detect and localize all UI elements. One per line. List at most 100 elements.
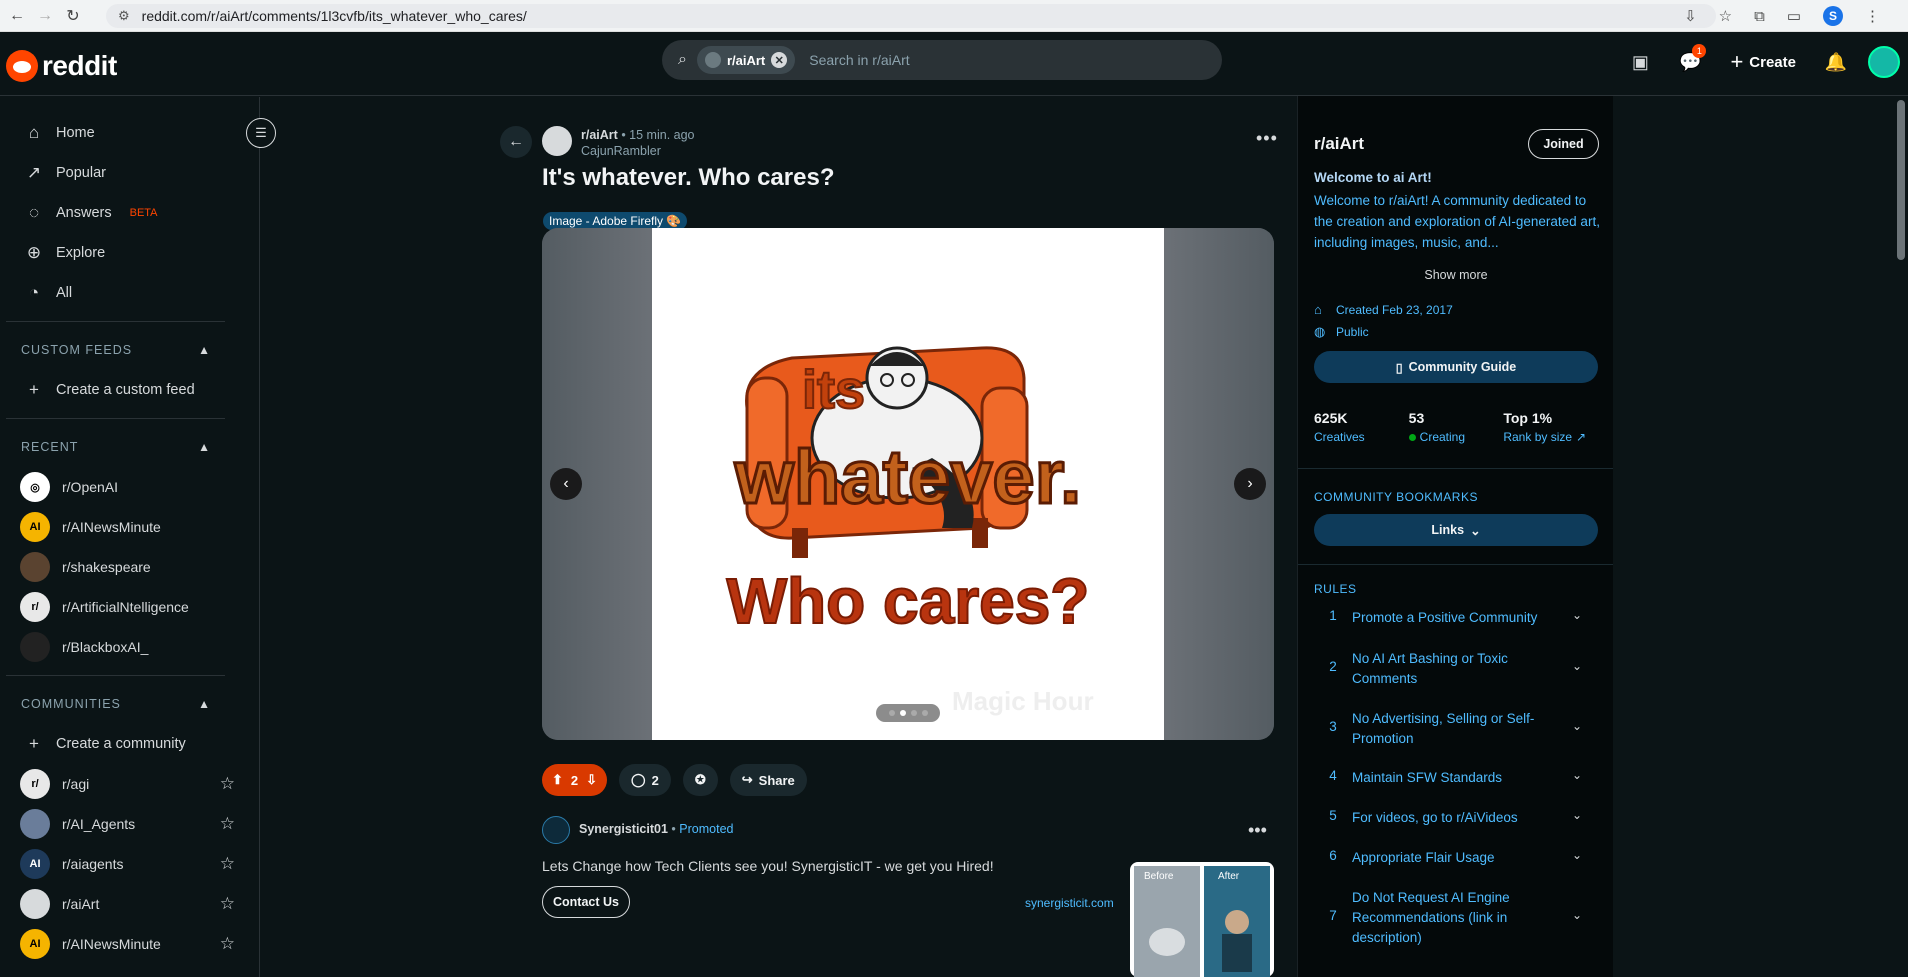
plus-icon: + <box>29 734 39 753</box>
address-bar[interactable]: ⚙ reddit.com/r/aiArt/comments/1l3cvfb/it… <box>106 4 1716 28</box>
links-dropdown-button[interactable]: Links ⌄ <box>1314 514 1598 546</box>
create-custom-feed[interactable]: + Create a custom feed <box>0 370 259 410</box>
rule-item[interactable]: 6 Appropriate Flair Usage ⌄ <box>1314 848 1598 868</box>
user-avatar[interactable] <box>1868 46 1900 78</box>
share-button[interactable]: ↪ Share <box>729 764 807 796</box>
browser-menu-icon[interactable]: ⋮ <box>1865 7 1880 25</box>
gallery-prev-button[interactable]: ‹ <box>550 468 582 500</box>
search-scope-chip[interactable]: r/aiArt ✕ <box>696 46 796 74</box>
gallery-dot[interactable] <box>888 710 895 716</box>
online-label: Creating <box>1419 430 1466 444</box>
downvote-arrow-icon[interactable]: ⇩ <box>586 772 597 788</box>
community-name[interactable]: r/aiArt <box>1314 134 1364 154</box>
gallery-dot-active[interactable] <box>899 710 906 716</box>
post-image[interactable]: its whatever. Who cares? Magic Hour <box>652 228 1164 740</box>
advertiser-avatar[interactable] <box>542 816 570 844</box>
favorite-star-icon[interactable]: ☆ <box>220 774 235 794</box>
extensions-icon[interactable]: ⧉ <box>1754 8 1765 25</box>
create-custom-feed-label: Create a custom feed <box>56 382 195 398</box>
nav-explore[interactable]: ⊕ Explore <box>0 233 259 273</box>
community-item[interactable]: r/aiArt ☆ <box>0 884 259 924</box>
recent-item[interactable]: ◎ r/OpenAI <box>0 467 259 507</box>
nav-all[interactable]: ◔ All <box>0 273 259 313</box>
create-community[interactable]: + Create a community <box>0 724 259 764</box>
promo-thumbnail[interactable]: Before After <box>1130 862 1274 977</box>
recent-item[interactable]: AI r/AINewsMinute <box>0 507 259 547</box>
tab-search-icon[interactable]: ▭ <box>1787 7 1801 25</box>
scrollbar-thumb[interactable] <box>1897 100 1905 260</box>
promo-text[interactable]: Lets Change how Tech Clients see you! Sy… <box>542 858 1102 874</box>
subreddit-avatar[interactable] <box>542 126 572 156</box>
site-settings-icon[interactable]: ⚙ <box>118 8 130 24</box>
community-guide-button[interactable]: ▯ Community Guide <box>1314 351 1598 383</box>
create-post-button[interactable]: + Create <box>1722 49 1804 75</box>
recent-item[interactable]: r/shakespeare <box>0 547 259 587</box>
community-item[interactable]: r/AI_Agents ☆ <box>0 804 259 844</box>
community-item[interactable]: AI r/AINewsMinute ☆ <box>0 924 259 964</box>
share-label: Share <box>758 772 795 788</box>
gallery-next-button[interactable]: › <box>1234 468 1266 500</box>
favorite-star-icon[interactable]: ☆ <box>220 934 235 954</box>
recent-header[interactable]: RECENT ▲ <box>0 427 259 467</box>
image-gallery[interactable]: its whatever. Who cares? Magic Hour ‹ › <box>542 228 1274 740</box>
community-label: r/agi <box>62 776 90 792</box>
nav-home[interactable]: ⌂ Home <box>0 113 259 153</box>
promo-overflow-menu-icon[interactable]: ••• <box>1248 820 1267 841</box>
chevron-up-icon: ▲ <box>198 440 211 454</box>
favorite-star-icon[interactable]: ☆ <box>220 854 235 874</box>
show-more-button[interactable]: Show more <box>1298 268 1613 282</box>
promo-domain-link[interactable]: synergisticit.com <box>1025 896 1114 910</box>
nav-popular[interactable]: ↗ Popular <box>0 153 259 193</box>
community-item[interactable]: AI r/aiagents ☆ <box>0 844 259 884</box>
favorite-star-icon[interactable]: ☆ <box>220 814 235 834</box>
recent-label: r/AINewsMinute <box>62 519 161 535</box>
rank-link[interactable]: Rank by size ↗ <box>1503 430 1598 444</box>
subreddit-link[interactable]: r/aiArt <box>581 128 618 142</box>
recent-item[interactable]: r/BlackboxAI_ <box>0 627 259 667</box>
contact-us-button[interactable]: Contact Us <box>542 886 630 918</box>
search-input[interactable]: Search in r/aiArt <box>809 52 909 68</box>
custom-feeds-header[interactable]: CUSTOM FEEDS ▲ <box>0 330 259 370</box>
notifications-bell-icon[interactable]: 🔔 <box>1818 44 1854 80</box>
reddit-logo[interactable]: reddit <box>6 50 117 82</box>
rule-item[interactable]: 1 Promote a Positive Community ⌄ <box>1314 608 1598 628</box>
forward-arrow-icon[interactable]: → <box>34 5 56 27</box>
install-icon[interactable]: ⇩ <box>1684 7 1697 25</box>
rule-number: 4 <box>1329 768 1337 783</box>
create-community-label: Create a community <box>56 736 186 752</box>
rule-item[interactable]: 3 No Advertising, Selling or Self-Promoti… <box>1314 709 1598 749</box>
recent-item[interactable]: r/r/ArtificialNtelligence <box>0 587 259 627</box>
author-link[interactable]: CajunRambler <box>581 144 695 158</box>
gallery-dot[interactable] <box>910 710 917 716</box>
upvote-arrow-icon[interactable]: ⬆ <box>552 772 563 788</box>
advertiser-name[interactable]: Synergisticit01 <box>579 822 668 836</box>
gallery-dot[interactable] <box>921 710 928 716</box>
page-scrollbar[interactable] <box>1894 96 1908 977</box>
rule-number: 5 <box>1329 808 1337 823</box>
collapse-sidebar-button[interactable]: ☰ <box>246 118 276 148</box>
post-overflow-menu-icon[interactable]: ••• <box>1256 128 1278 149</box>
search-bar[interactable]: ⌕ r/aiArt ✕ Search in r/aiArt <box>662 40 1222 80</box>
back-button[interactable]: ← <box>500 126 532 158</box>
award-button[interactable]: ✪ <box>682 764 718 796</box>
rule-item[interactable]: 2 No AI Art Bashing or Toxic Comments ⌄ <box>1314 649 1598 689</box>
clear-scope-icon[interactable]: ✕ <box>771 52 788 68</box>
comments-button[interactable]: ◯ 2 <box>619 764 671 796</box>
reload-icon[interactable]: ↻ <box>62 5 84 27</box>
image-text-its: its <box>802 360 865 420</box>
back-arrow-icon[interactable]: ← <box>6 5 28 27</box>
rule-item[interactable]: 7 Do Not Request AI Engine Recommendation… <box>1314 888 1598 948</box>
chat-icon[interactable]: 💬 1 <box>1672 44 1708 80</box>
communities-header[interactable]: COMMUNITIES ▲ <box>0 684 259 724</box>
nav-answers[interactable]: ◌ Answers BETA <box>0 193 259 233</box>
community-item[interactable]: r/r/agi ☆ <box>0 764 259 804</box>
browser-profile-avatar[interactable]: S <box>1823 6 1843 26</box>
subreddit-chip-avatar <box>704 52 721 68</box>
rule-item[interactable]: 5 For videos, go to r/AiVideos ⌄ <box>1314 808 1598 828</box>
bookmark-star-icon[interactable]: ☆ <box>1719 7 1732 25</box>
advertise-icon[interactable]: ▣ <box>1622 44 1658 80</box>
joined-button[interactable]: Joined <box>1528 129 1599 159</box>
rule-item[interactable]: 4 Maintain SFW Standards ⌄ <box>1314 768 1598 788</box>
favorite-star-icon[interactable]: ☆ <box>220 894 235 914</box>
community-label: r/AI_Agents <box>62 816 136 832</box>
